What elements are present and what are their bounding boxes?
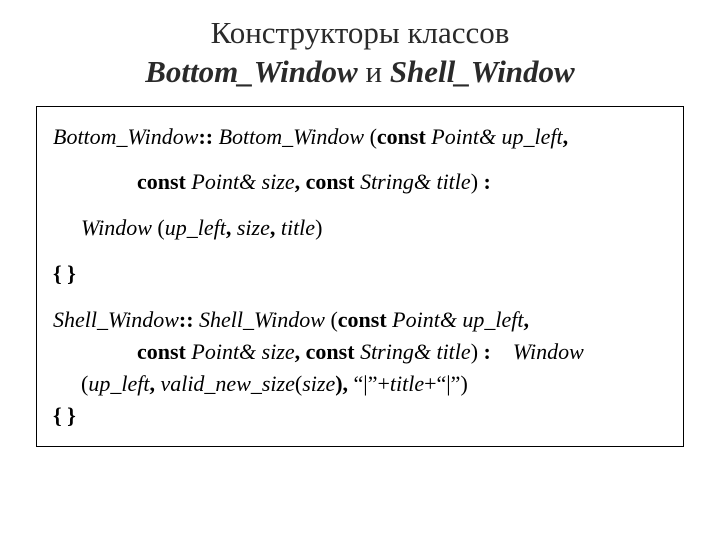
code-line-2: const Point& size, const String& title) … <box>53 166 667 198</box>
slide-title: Конструкторы классов Bottom_Window и She… <box>36 14 684 92</box>
title-and: и <box>358 54 390 89</box>
title-class-b: Shell_Window <box>390 54 575 89</box>
blank-line <box>53 244 667 258</box>
code-line-7: (up_left, valid_new_size(size), “|”+titl… <box>53 368 667 400</box>
blank-line <box>53 290 667 304</box>
code-line-4: { } <box>53 258 667 290</box>
code-box: Bottom_Window:: Bottom_Window (const Poi… <box>36 106 684 447</box>
code-line-1: Bottom_Window:: Bottom_Window (const Poi… <box>53 121 667 153</box>
title-line1: Конструкторы классов <box>36 14 684 53</box>
code-line-6: const Point& size, const String& title) … <box>53 336 667 368</box>
code-line-8: { } <box>53 400 667 432</box>
code-line-3: Window (up_left, size, title) <box>53 212 667 244</box>
blank-line <box>53 198 667 212</box>
code-line-5: Shell_Window:: Shell_Window (const Point… <box>53 304 667 336</box>
blank-line <box>53 152 667 166</box>
slide: Конструкторы классов Bottom_Window и She… <box>0 0 720 540</box>
title-line2: Bottom_Window и Shell_Window <box>36 53 684 92</box>
title-class-a: Bottom_Window <box>145 54 357 89</box>
